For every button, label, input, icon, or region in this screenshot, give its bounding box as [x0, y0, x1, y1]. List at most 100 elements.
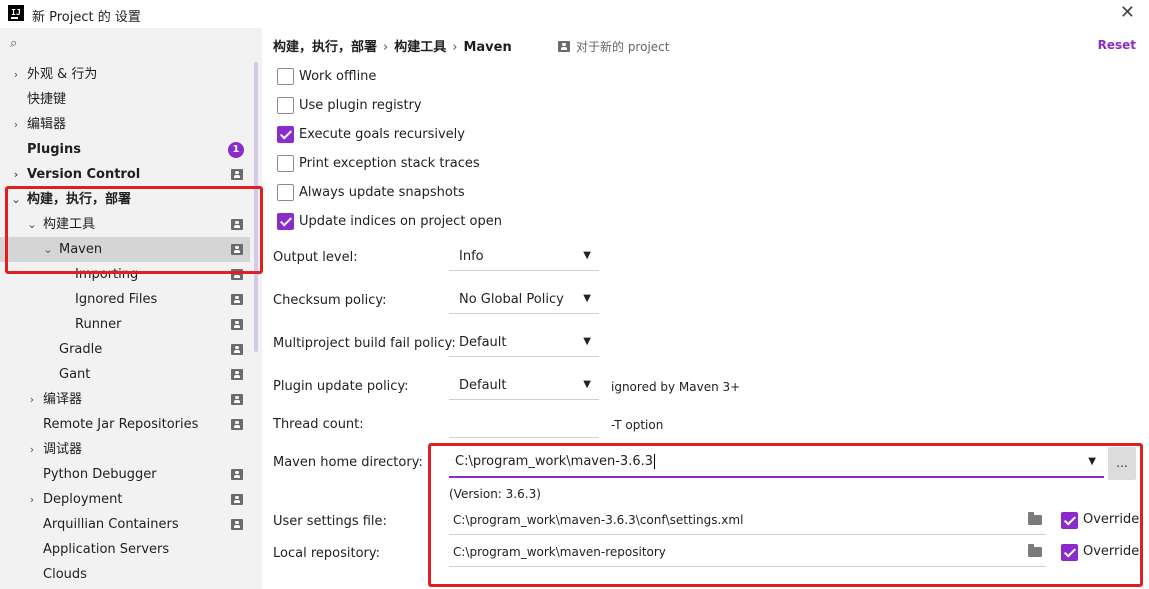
intellij-logo-icon: IJ [8, 5, 24, 21]
breadcrumb: 构建，执行，部署 › 构建工具 › Maven [273, 36, 512, 55]
maven-home-combobox[interactable]: C:\program_work\maven-3.6.3 ▼ [449, 448, 1104, 478]
sidebar-item-label: Remote Jar Repositories [43, 417, 199, 432]
project-scope-icon [231, 494, 243, 505]
maven-version-text: (Version: 3.6.3) [449, 487, 541, 501]
override-label: Override [1083, 512, 1140, 527]
checkbox-box[interactable] [277, 155, 294, 172]
local-repository-field[interactable]: C:\program_work\maven-repository [449, 539, 1046, 567]
sidebar-item[interactable]: Gant [0, 362, 250, 387]
sidebar-item-label: 外观 & 行为 [27, 67, 98, 82]
override-label: Override [1083, 544, 1140, 559]
checkbox-label: Work offline [299, 69, 377, 84]
chevron-icon[interactable]: › [26, 437, 38, 462]
sidebar-item-label: 调试器 [43, 442, 83, 457]
plugin-update-policy-label: Plugin update policy: [273, 379, 409, 394]
sidebar-item-label: Application Servers [43, 542, 170, 557]
project-scope-icon [231, 344, 243, 355]
sidebar-item[interactable]: › Deployment [0, 487, 250, 512]
chevron-icon[interactable]: › [10, 62, 22, 87]
maven-home-text: C:\program_work\maven-3.6.3 [455, 454, 653, 469]
chevron-down-icon: ▼ [583, 379, 591, 390]
sidebar-scrollbar[interactable] [254, 62, 258, 352]
checkbox-box[interactable] [1061, 512, 1078, 529]
sidebar-item[interactable]: › Version Control [0, 162, 250, 187]
sidebar-item[interactable]: Ignored Files [0, 287, 250, 312]
sidebar-item[interactable]: › 编辑器 [0, 112, 250, 137]
settings-search-input[interactable]: ⌕ [8, 36, 248, 56]
checkbox-box[interactable] [277, 68, 294, 85]
plugin-update-policy-value: Default [459, 378, 507, 393]
sidebar-item[interactable]: ⌄ Maven [0, 237, 250, 262]
checkbox-box[interactable] [277, 126, 294, 143]
sidebar-item[interactable]: › 外观 & 行为 [0, 62, 250, 87]
thread-count-input[interactable] [449, 412, 599, 438]
chevron-icon[interactable]: › [26, 387, 38, 412]
close-button[interactable]: ✕ [1120, 3, 1135, 23]
sidebar-item-label: Deployment [43, 492, 123, 507]
chevron-icon[interactable]: › [10, 162, 22, 187]
browse-maven-home-button[interactable]: ... [1108, 447, 1136, 480]
maven-home-value[interactable]: C:\program_work\maven-3.6.3 [455, 454, 655, 469]
checksum-policy-select[interactable]: No Global Policy ▼ [449, 288, 599, 314]
project-scope-icon [231, 219, 243, 230]
project-scope-icon [231, 419, 243, 430]
breadcrumb-build-execution[interactable]: 构建，执行，部署 [273, 40, 377, 55]
sidebar-item[interactable]: › 调试器 [0, 437, 250, 462]
sidebar-item-label: Ignored Files [75, 292, 158, 307]
chevron-down-icon: ▼ [583, 336, 591, 347]
project-scope-icon [231, 369, 243, 380]
settings-sidebar: ⌕ › 外观 & 行为快捷键 › 编辑器 Plugins 1 › Version Contro… [0, 28, 262, 589]
folder-icon[interactable] [1028, 544, 1042, 557]
sidebar-item[interactable]: Python Debugger [0, 462, 250, 487]
user-settings-label: User settings file: [273, 514, 387, 529]
sidebar-item[interactable]: Application Servers [0, 537, 250, 562]
project-scope-icon [558, 41, 570, 52]
sidebar-item-label: Gradle [59, 342, 103, 357]
sidebar-item[interactable]: 快捷键 [0, 87, 250, 112]
breadcrumb-build-tools[interactable]: 构建工具 [394, 40, 446, 55]
local-repository-value: C:\program_work\maven-repository [453, 545, 666, 559]
sidebar-item-label: Runner [75, 317, 122, 332]
sidebar-item[interactable]: Runner [0, 312, 250, 337]
chevron-icon[interactable]: ⌄ [10, 187, 22, 212]
plugin-update-policy-select[interactable]: Default ▼ [449, 374, 599, 400]
sidebar-item-label: 构建，执行，部署 [27, 192, 132, 207]
checkbox-box[interactable] [1061, 544, 1078, 561]
sidebar-item-label: Arquillian Containers [43, 517, 179, 532]
sidebar-item[interactable]: ⌄ 构建，执行，部署 [0, 187, 250, 212]
output-level-value: Info [459, 249, 484, 264]
project-scope-icon [231, 519, 243, 530]
for-project-scope: 对于新的 project [558, 38, 669, 55]
sidebar-item-label: 构建工具 [43, 217, 96, 232]
checkbox-label: Update indices on project open [299, 214, 502, 229]
sidebar-item-label: Clouds [43, 567, 87, 582]
checkbox-box[interactable] [277, 184, 294, 201]
sidebar-item[interactable]: Arquillian Containers [0, 512, 250, 537]
chevron-icon[interactable]: › [26, 487, 38, 512]
sidebar-item[interactable]: › 编译器 [0, 387, 250, 412]
project-scope-icon [231, 319, 243, 330]
user-settings-field[interactable]: C:\program_work\maven-3.6.3\conf\setting… [449, 507, 1046, 535]
chevron-down-icon[interactable]: ▼ [1088, 456, 1096, 467]
output-level-select[interactable]: Info ▼ [449, 245, 599, 271]
multiproject-fail-policy-value: Default [459, 335, 507, 350]
checksum-policy-value: No Global Policy [459, 292, 564, 307]
sidebar-item[interactable]: Plugins 1 [0, 137, 250, 162]
sidebar-item-label: Plugins [27, 142, 81, 157]
sidebar-item[interactable]: ⌄ 构建工具 [0, 212, 250, 237]
multiproject-fail-policy-select[interactable]: Default ▼ [449, 331, 599, 357]
chevron-icon[interactable]: ⌄ [42, 237, 54, 262]
checkbox-box[interactable] [277, 213, 294, 230]
breadcrumb-separator: › [383, 40, 389, 55]
sidebar-item[interactable]: Remote Jar Repositories [0, 412, 250, 437]
sidebar-item[interactable]: Clouds [0, 562, 250, 587]
sidebar-item[interactable]: Importing [0, 262, 250, 287]
chevron-icon[interactable]: ⌄ [26, 212, 38, 237]
folder-icon[interactable] [1028, 512, 1042, 525]
checksum-policy-label: Checksum policy: [273, 293, 387, 308]
reset-link[interactable]: Reset [1098, 38, 1136, 52]
project-scope-icon [231, 394, 243, 405]
chevron-icon[interactable]: › [10, 112, 22, 137]
checkbox-box[interactable] [277, 97, 294, 114]
sidebar-item[interactable]: Gradle [0, 337, 250, 362]
